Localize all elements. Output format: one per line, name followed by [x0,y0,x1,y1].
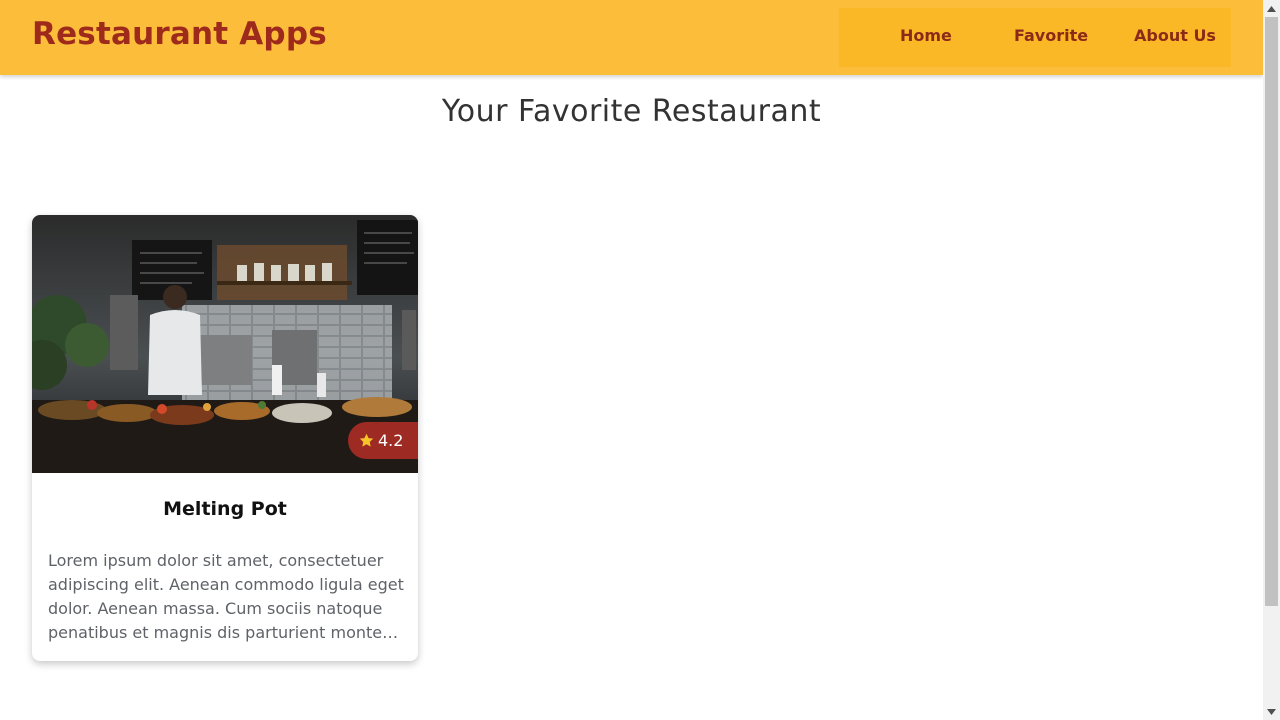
nav-link-favorite[interactable]: Favorite [1014,26,1088,45]
nav-link-about-us[interactable]: About Us [1134,26,1216,45]
brand-title[interactable]: Restaurant Apps [32,16,327,52]
main-nav: Home Favorite About Us [839,8,1231,67]
nav-link-home[interactable]: Home [900,26,952,45]
rating-value: 4.2 [378,431,404,450]
scroll-up-arrow-icon[interactable] [1263,0,1280,17]
vertical-scrollbar[interactable] [1263,0,1280,720]
restaurant-description: Lorem ipsum dolor sit amet, consectetuer… [48,551,404,642]
rating-badge: 4.2 [348,422,418,459]
restaurant-name[interactable]: Melting Pot [32,498,418,520]
page-title: Your Favorite Restaurant [441,94,822,129]
restaurant-card[interactable]: 4.2 Melting Pot Lorem ipsum dolor sit am… [32,215,418,661]
scroll-down-arrow-icon[interactable] [1263,703,1280,720]
page-viewport: Restaurant Apps Home Favorite About Us Y… [0,0,1263,720]
app-bar: Restaurant Apps Home Favorite About Us [0,0,1263,75]
scrollbar-thumb[interactable] [1265,17,1278,606]
star-icon [359,433,374,447]
